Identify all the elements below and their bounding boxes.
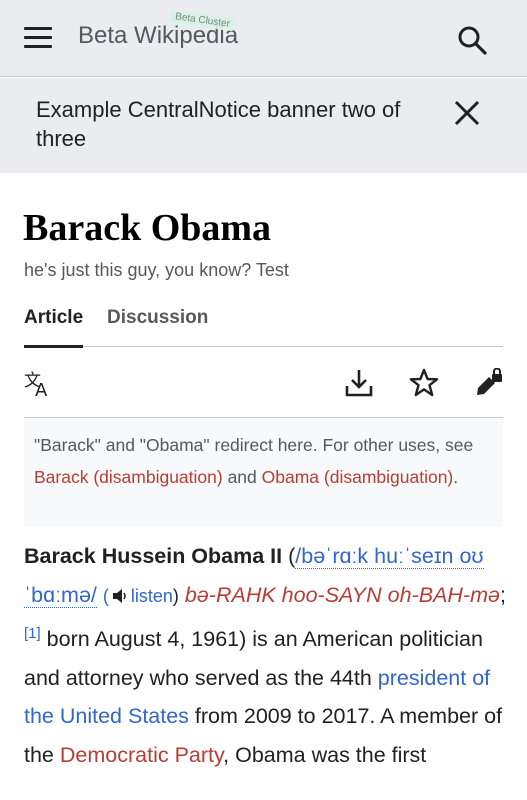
semicolon: ;: [499, 582, 506, 607]
edit-lock-icon[interactable]: [474, 367, 504, 398]
hatnote-period: .: [453, 467, 459, 487]
page-title: Barack Obama: [23, 207, 272, 249]
listen-paren-open: (: [102, 585, 109, 606]
hatnote-and: and: [222, 467, 262, 487]
listen-label: listen: [130, 585, 173, 606]
listen-paren-close: ): [172, 585, 179, 606]
header-bar: Beta Wikipedia Beta Cluster: [0, 0, 527, 77]
page-tabs: Article Discussion: [24, 303, 503, 348]
hamburger-icon[interactable]: [24, 27, 52, 49]
central-notice-banner: Example CentralNotice banner two of thre…: [0, 78, 527, 173]
hatnote-text: "Barack" and "Obama" redirect here. For …: [34, 435, 474, 455]
page-actions: 文 A: [24, 348, 503, 418]
reference-1[interactable]: [1]: [24, 625, 41, 642]
page-tagline: he's just this guy, you know? Test: [24, 260, 289, 280]
speaker-icon: [112, 588, 126, 603]
tab-article[interactable]: Article: [24, 307, 84, 348]
translate-icon[interactable]: 文 A: [24, 368, 54, 401]
star-icon[interactable]: [409, 368, 439, 398]
listen-link[interactable]: ( listen): [103, 586, 179, 606]
download-icon[interactable]: [344, 368, 374, 398]
link-barack-disambiguation[interactable]: Barack (disambiguation): [34, 467, 223, 487]
banner-text: Example CentralNotice banner two of thre…: [36, 97, 401, 151]
link-obama-disambiguation[interactable]: Obama (disambiguation): [262, 467, 454, 487]
paren-open: (: [282, 544, 296, 568]
link-democratic-party[interactable]: Democratic Party: [60, 743, 223, 767]
close-icon[interactable]: [452, 98, 482, 128]
article-subject-name: Barack Hussein Obama II: [24, 544, 283, 568]
svg-text:A: A: [35, 380, 48, 398]
article-lead-paragraph: Barack Hussein Obama II (/bəˈrɑːk huːˈse…: [24, 537, 514, 774]
rest-text: , Obama was the first: [223, 742, 427, 767]
search-icon[interactable]: [456, 24, 488, 56]
tab-discussion[interactable]: Discussion: [107, 307, 208, 345]
respelling-link[interactable]: bə-RAHK hoo-SAYN oh-BAH-mə: [185, 583, 500, 607]
hatnote: "Barack" and "Obama" redirect here. For …: [24, 419, 503, 527]
